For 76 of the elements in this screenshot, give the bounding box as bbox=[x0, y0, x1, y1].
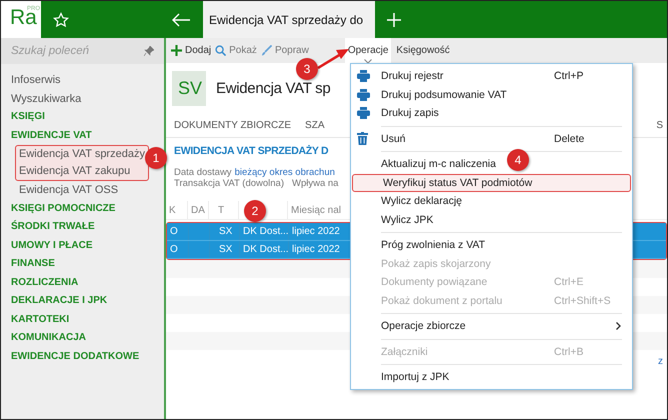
menu-item[interactable]: Wylicz deklarację bbox=[351, 192, 472, 210]
sidebar-section[interactable]: KOMUNIKACJA bbox=[11, 329, 86, 348]
back-arrow-icon[interactable] bbox=[171, 12, 191, 26]
document-tab[interactable]: Ewidencja VAT sprzedaży do bbox=[203, 1, 375, 38]
printer-icon bbox=[357, 70, 370, 82]
sidebar-section[interactable]: KARTOTEKI bbox=[11, 310, 70, 329]
filter-label: Wpływa na bbox=[292, 178, 338, 189]
shortcut-label: Ctrl+E bbox=[554, 276, 584, 288]
chevron-icon bbox=[364, 59, 372, 64]
section-tab[interactable]: DOKUMENTY ZBIORCZE bbox=[174, 120, 292, 137]
register-heading: EWIDENCJA VAT SPRZEDAŻY D bbox=[174, 145, 328, 157]
printer-icon bbox=[357, 88, 370, 101]
menu-item[interactable]: Operacje zbiorcze bbox=[351, 317, 632, 336]
table-cell: SX bbox=[219, 226, 232, 237]
step-badge: 3 bbox=[296, 58, 318, 80]
menu-item[interactable]: Importuj z JPK bbox=[351, 368, 460, 386]
toolbar-button[interactable]: Operacje bbox=[344, 38, 392, 63]
shortcut-label: Ctrl+Shift+S bbox=[554, 294, 612, 307]
toolbar-button[interactable]: Dodaj bbox=[169, 38, 214, 63]
shortcut-label: Ctrl+B bbox=[554, 346, 584, 358]
page-badge: SV bbox=[172, 71, 206, 106]
search-field[interactable]: Szukaj poleceń bbox=[1, 38, 164, 64]
table-cell: SX bbox=[219, 244, 232, 255]
toolbar-button[interactable]: Księgowość bbox=[394, 38, 452, 63]
plus-icon bbox=[171, 45, 182, 56]
menu-item[interactable]: Usuń Delete bbox=[351, 130, 632, 148]
table-cell: DK Dost... bbox=[243, 244, 289, 255]
table-cell: lipiec 2022 bbox=[292, 226, 340, 237]
sidebar-section[interactable]: FINANSE bbox=[11, 255, 55, 274]
sidebar-section[interactable]: EWIDENCJE VAT bbox=[11, 126, 92, 145]
menu-item[interactable]: Aktualizuj m-c naliczenia bbox=[351, 155, 506, 174]
sidebar-item[interactable]: Ewidencja VAT OSS bbox=[19, 181, 118, 200]
pin-icon[interactable] bbox=[144, 46, 154, 56]
column-header[interactable]: Miesiąc nal bbox=[291, 204, 342, 216]
add-tab-icon[interactable] bbox=[386, 12, 402, 28]
step-badge: 2 bbox=[244, 200, 266, 222]
column-header[interactable]: T bbox=[218, 204, 224, 216]
sidebar-section[interactable]: EWIDENCJE DODATKOWE bbox=[11, 348, 140, 366]
table-cell: O bbox=[170, 244, 178, 255]
pointer-arrow bbox=[317, 49, 349, 69]
printer-icon bbox=[357, 107, 370, 120]
filter-label: Transakcja VAT (dowolna) bbox=[174, 178, 284, 189]
sidebar-section[interactable]: DEKLARACJE I JPK bbox=[11, 292, 108, 310]
column-header[interactable]: DA bbox=[191, 204, 205, 216]
table-cell: O bbox=[170, 226, 178, 237]
shortcut-label: Ctrl+P bbox=[554, 70, 584, 82]
menu-item[interactable]: Drukuj zapis bbox=[351, 104, 449, 122]
page-title: Ewidencja VAT sp bbox=[216, 80, 330, 97]
toolbar-button[interactable]: Pokaż bbox=[213, 38, 259, 63]
sidebar-item[interactable]: Infoserwis bbox=[11, 71, 61, 90]
table-cell: lipiec 2022 bbox=[292, 244, 340, 255]
sidebar-section[interactable]: ROZLICZENIA bbox=[11, 274, 78, 292]
search-icon bbox=[215, 45, 226, 56]
star-icon[interactable] bbox=[53, 12, 69, 28]
section-tab[interactable]: S bbox=[656, 120, 663, 137]
shortcut-label: Delete bbox=[554, 132, 586, 145]
sidebar-section[interactable]: ŚRODKI TRWAŁE bbox=[11, 218, 95, 236]
sidebar-section[interactable]: KSIĘGI bbox=[11, 108, 45, 126]
footer-link[interactable]: z bbox=[658, 356, 663, 367]
sidebar-item[interactable]: Ewidencja VAT sprzedaży bbox=[19, 146, 145, 163]
menu-item[interactable]: Drukuj rejestr Ctrl+P bbox=[351, 67, 632, 86]
table-cell: DK Dost... bbox=[243, 226, 289, 237]
sidebar-section[interactable]: UMOWY I PŁACE bbox=[11, 236, 92, 255]
menu-item[interactable]: Weryfikuj status VAT podmiotów bbox=[352, 174, 631, 192]
sidebar-section[interactable]: KSIĘGI POMOCNICZE bbox=[11, 200, 116, 218]
column-header[interactable]: K bbox=[169, 204, 176, 216]
sidebar-item[interactable]: Wyszukiwarka bbox=[11, 90, 82, 108]
trash-icon bbox=[357, 132, 368, 146]
menu-item[interactable]: Wylicz JPK bbox=[351, 210, 444, 229]
filter-link[interactable]: bieżący okres obrachun bbox=[234, 167, 335, 178]
sidebar-item[interactable]: Ewidencja VAT zakupu bbox=[19, 163, 130, 180]
filter-label: Data dostawy bbox=[174, 167, 232, 178]
section-tab[interactable]: SZA bbox=[305, 120, 324, 137]
brush-icon bbox=[260, 45, 272, 56]
menu-item[interactable]: Drukuj podsumowanie VAT bbox=[351, 86, 517, 104]
menu-item[interactable]: Próg zwolnienia z VAT bbox=[351, 236, 496, 254]
